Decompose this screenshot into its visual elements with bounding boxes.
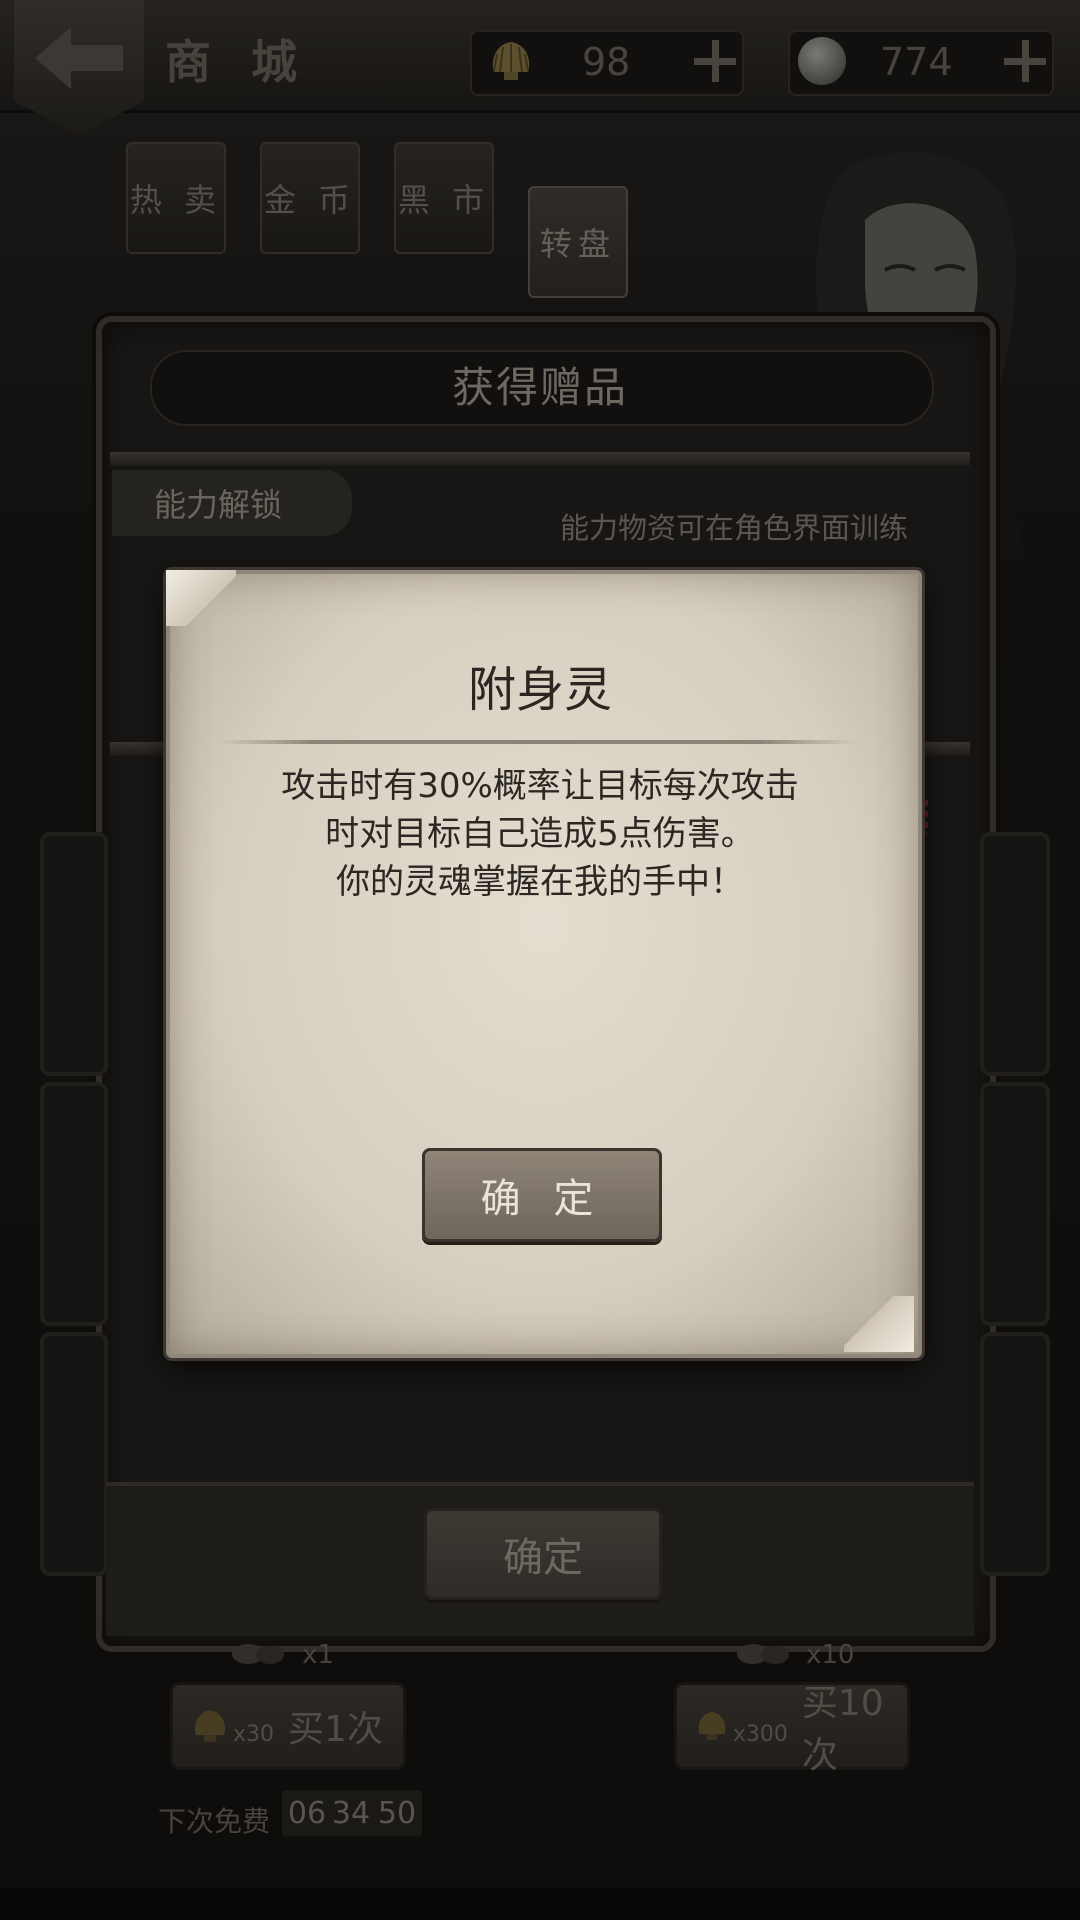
popup-confirm-button[interactable]: 确 定	[422, 1148, 662, 1242]
popup-desc-line-3: 你的灵魂掌握在我的手中！	[336, 862, 744, 902]
popup-description: 攻击时有30%概率让目标每次攻击 时对目标自己造成5点伤害。 你的灵魂掌握在我的…	[200, 762, 880, 906]
popup-title: 附身灵	[467, 662, 612, 718]
popup-desc-line-2: 时对目标自己造成5点伤害。	[325, 814, 755, 854]
scroll-curl-bottom-right	[844, 1296, 914, 1352]
scroll-curl-top-left	[166, 570, 236, 626]
popup-divider	[218, 740, 856, 744]
popup-desc-line-1: 攻击时有30%概率让目标每次攻击	[281, 766, 799, 806]
